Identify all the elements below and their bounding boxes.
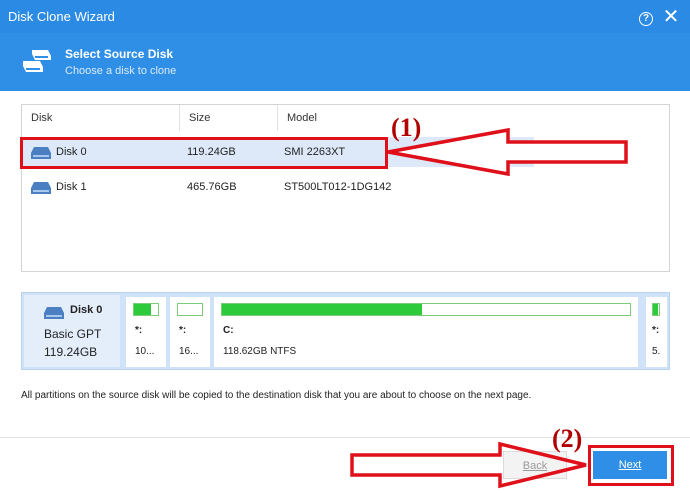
info-note: All partitions on the source disk will b… bbox=[21, 390, 532, 401]
column-header-disk[interactable]: Disk bbox=[22, 105, 180, 131]
header-title: Select Source Disk bbox=[65, 47, 174, 61]
partition-usage-bar bbox=[133, 303, 159, 316]
partition-usage-fill bbox=[222, 304, 422, 315]
partition-usage-fill bbox=[134, 304, 151, 315]
partition-usage-bar bbox=[221, 303, 631, 316]
close-button[interactable]: ✕ bbox=[660, 6, 682, 28]
annotation-arrow-right-icon bbox=[350, 441, 587, 489]
annotation-arrow-left-icon bbox=[387, 127, 628, 177]
disk-size-cell: 465.76GB bbox=[187, 181, 237, 193]
partition-name: *: bbox=[179, 325, 187, 336]
partition-block[interactable]: *: 10... bbox=[126, 297, 166, 367]
partition-name: *: bbox=[135, 325, 143, 336]
partition-block[interactable]: *: 16... bbox=[170, 297, 210, 367]
close-icon: ✕ bbox=[662, 6, 680, 28]
disk-map-type: Basic GPT bbox=[44, 327, 102, 341]
disk-map-size: 119.24GB bbox=[44, 345, 98, 359]
header-subtitle: Choose a disk to clone bbox=[65, 65, 177, 77]
partition-info: 16... bbox=[179, 346, 199, 357]
partition-name: *: bbox=[652, 325, 660, 336]
partition-usage-bar bbox=[177, 303, 203, 316]
footer-divider bbox=[0, 437, 690, 438]
disk-map-panel: Disk 0 Basic GPT 119.24GB *: 10... *: 16… bbox=[21, 292, 670, 370]
help-button[interactable]: ? bbox=[635, 6, 657, 28]
partition-usage-fill bbox=[653, 304, 659, 315]
title-bar: Disk Clone Wizard ? ✕ bbox=[0, 0, 690, 33]
disk-model-cell: ST500LT012-1DG142 bbox=[284, 181, 392, 193]
partition-usage-bar bbox=[652, 303, 660, 316]
annotation-highlight-next bbox=[588, 445, 674, 486]
partition-info: 118.62GB NTFS bbox=[223, 346, 297, 357]
disk-icon bbox=[44, 307, 64, 319]
partition-name: C: bbox=[223, 325, 234, 336]
annotation-highlight-disk-0 bbox=[20, 137, 388, 169]
partition-info: 5. bbox=[652, 346, 661, 357]
disk-stack-icon bbox=[23, 50, 51, 72]
disk-icon bbox=[31, 182, 51, 194]
partition-block[interactable]: *: 5. bbox=[646, 297, 667, 367]
column-header-size[interactable]: Size bbox=[180, 105, 278, 131]
disk-name-cell: Disk 1 bbox=[56, 181, 87, 193]
wizard-header: Select Source Disk Choose a disk to clon… bbox=[0, 33, 690, 91]
window-title: Disk Clone Wizard bbox=[8, 9, 115, 24]
disk-map-name: Disk 0 bbox=[70, 304, 103, 316]
disk-map-info[interactable]: Disk 0 Basic GPT 119.24GB bbox=[24, 295, 120, 367]
help-icon: ? bbox=[639, 12, 653, 26]
partition-info: 10... bbox=[135, 346, 155, 357]
partition-block-c[interactable]: C: 118.62GB NTFS bbox=[214, 297, 638, 367]
